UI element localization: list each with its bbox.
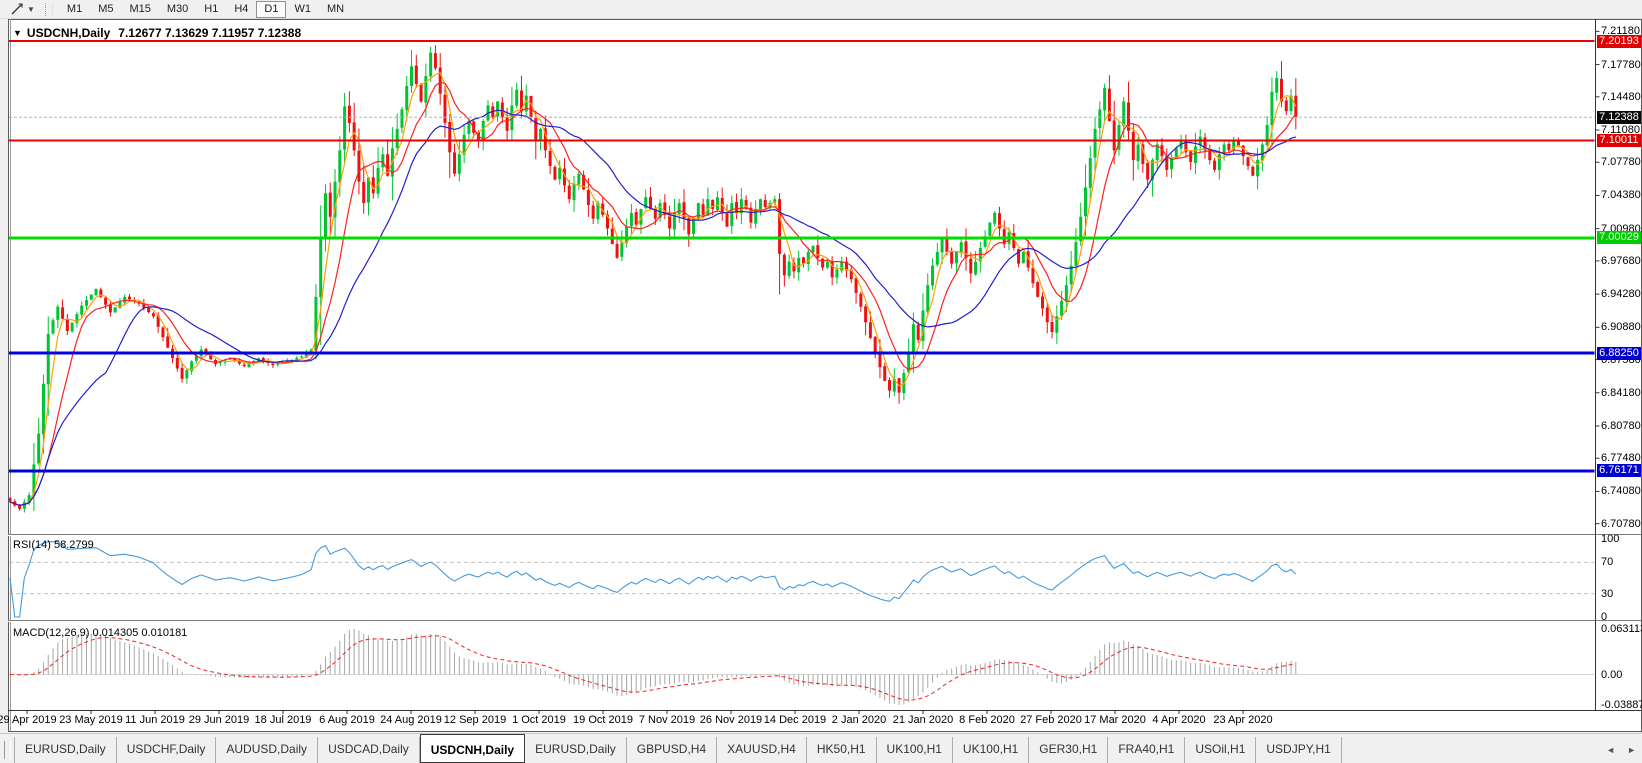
tabbar-spacer: [1342, 737, 1600, 763]
chart-tab-audusd-daily[interactable]: AUDUSD,Daily: [216, 737, 318, 763]
chart-tab-fra40-h1[interactable]: FRA40,H1: [1108, 737, 1185, 763]
chart-tab-usdjpy-h1[interactable]: USDJPY,H1: [1256, 737, 1341, 763]
chart-tab-usdchf-daily[interactable]: USDCHF,Daily: [117, 737, 217, 763]
chart-tab-bar: EURUSD,DailyUSDCHF,DailyAUDUSD,DailyUSDC…: [0, 733, 1642, 763]
chart-window: 0.0631130.00-0.0388727.211807.177807.144…: [0, 0, 1642, 763]
tab-scroll-right-icon[interactable]: ►: [1621, 737, 1642, 763]
mt4-window: ▼ M1M5M15M30H1H4D1W1MN 0.0631130.00-0.03…: [0, 0, 1642, 763]
chart-tab-usdcnh-daily[interactable]: USDCNH,Daily: [420, 734, 525, 763]
chart-tab-uk100-h1[interactable]: UK100,H1: [877, 737, 953, 763]
tabbar-grip[interactable]: [4, 741, 11, 759]
chart-tab-usdcad-daily[interactable]: USDCAD,Daily: [318, 737, 420, 763]
chart-tab-usoil-h1[interactable]: USOil,H1: [1185, 737, 1256, 763]
chart-tab-hk50-h1[interactable]: HK50,H1: [807, 737, 877, 763]
chart-tab-eurusd-daily[interactable]: EURUSD,Daily: [14, 737, 117, 763]
tab-scroll-left-icon[interactable]: ◄: [1600, 737, 1621, 763]
chart-tab-xauusd-h4[interactable]: XAUUSD,H4: [717, 737, 807, 763]
chart-tabs: EURUSD,DailyUSDCHF,DailyAUDUSD,DailyUSDC…: [14, 737, 1342, 763]
chart-tab-uk100-h1[interactable]: UK100,H1: [953, 737, 1029, 763]
chart-tab-eurusd-daily[interactable]: EURUSD,Daily: [525, 737, 627, 763]
chart-tab-gbpusd-h4[interactable]: GBPUSD,H4: [627, 737, 717, 763]
chart-tab-ger30-h1[interactable]: GER30,H1: [1029, 737, 1108, 763]
chart-canvas[interactable]: [0, 0, 1642, 763]
